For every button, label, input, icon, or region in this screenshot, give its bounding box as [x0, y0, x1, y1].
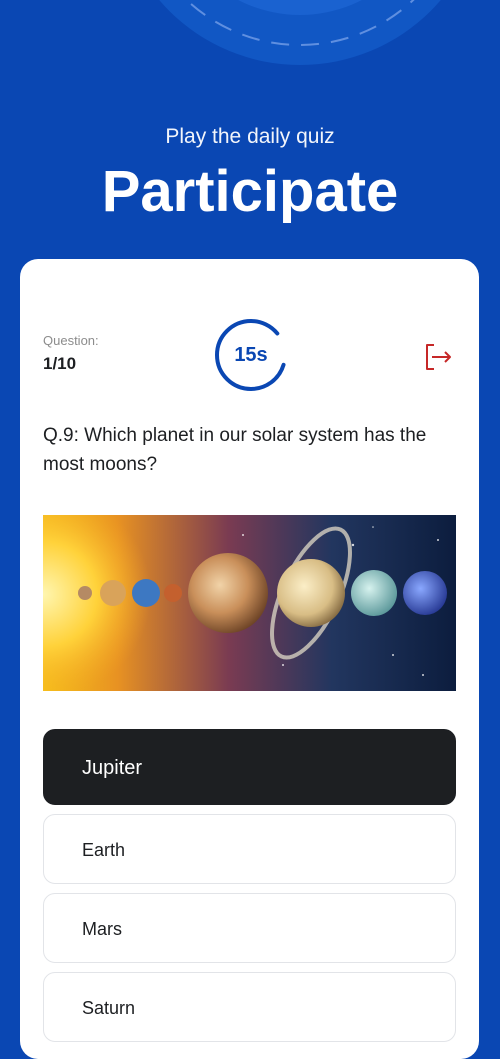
answer-option-saturn[interactable]: Saturn [43, 972, 456, 1042]
page-subtitle: Play the daily quiz [165, 125, 335, 148]
question-progress-label: Question: [43, 333, 99, 348]
quiz-card: Question: 1/10 15s Q.9: Which planet in … [20, 259, 479, 1059]
header-decoration [0, 0, 500, 90]
solar-system-image [43, 515, 456, 691]
countdown-timer: 15s [213, 317, 289, 393]
timer-value: 15s [234, 344, 268, 366]
answer-options: Jupiter Earth Mars Saturn [43, 729, 456, 1042]
page-header: Play the daily quiz Participate [0, 118, 500, 222]
question-text: Q.9: Which planet in our solar system ha… [43, 425, 427, 475]
answer-option-earth[interactable]: Earth [43, 814, 456, 884]
answer-option-mars[interactable]: Mars [43, 893, 456, 963]
exit-quiz-button[interactable] [420, 339, 456, 375]
answer-option-jupiter[interactable]: Jupiter [43, 729, 456, 805]
exit-icon [426, 344, 451, 370]
question-progress-value: 1/10 [43, 354, 77, 373]
question-progress: Question: 1/10 [43, 333, 99, 374]
page-title: Participate [101, 159, 399, 224]
